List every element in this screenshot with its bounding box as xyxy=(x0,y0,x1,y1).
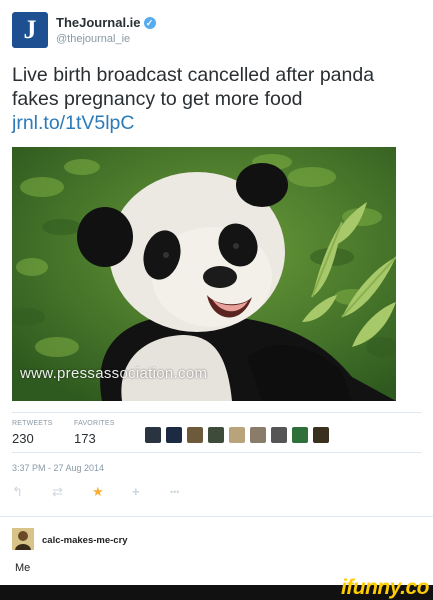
tweet-photo[interactable]: www.pressassociation.com xyxy=(12,147,396,401)
retweets-count: 230 xyxy=(12,431,34,446)
divider xyxy=(0,516,433,517)
account-avatar[interactable]: J xyxy=(12,12,48,48)
favoriter-avatar[interactable] xyxy=(313,427,329,443)
tweet-stats: RETWEETS 230 FAVORITES 173 xyxy=(12,420,422,454)
commenter-avatar[interactable] xyxy=(12,528,34,550)
favoriter-avatar[interactable] xyxy=(229,427,245,443)
more-options-icon[interactable]: ••• xyxy=(170,487,179,497)
favoriter-avatar[interactable] xyxy=(292,427,308,443)
tweet-body: Live birth broadcast cancelled after pan… xyxy=(12,64,375,110)
tweet-timestamp[interactable]: 3:37 PM - 27 Aug 2014 xyxy=(12,463,104,473)
photo-watermark: www.pressassociation.com xyxy=(20,365,208,382)
comment-text: Me xyxy=(15,562,31,574)
commenter-avatar-image xyxy=(12,528,34,550)
tweet-actions: ↰ ⇄ ★ + ••• xyxy=(12,484,212,502)
panda-photo-image xyxy=(12,147,396,401)
divider xyxy=(12,412,422,413)
retweets-stat[interactable]: RETWEETS 230 xyxy=(12,420,53,446)
favoriter-avatar[interactable] xyxy=(250,427,266,443)
favoriter-avatar[interactable] xyxy=(166,427,182,443)
divider xyxy=(12,452,422,453)
tweet-link[interactable]: jrnl.to/1tV5lpC xyxy=(12,111,422,135)
favoriter-avatar[interactable] xyxy=(208,427,224,443)
follow-icon[interactable]: + xyxy=(132,484,140,499)
ifunny-watermark: ifunny.co xyxy=(340,576,430,599)
favorites-count: 173 xyxy=(74,431,96,446)
retweets-label: RETWEETS xyxy=(12,420,53,427)
tweet-header: J TheJournal.ie ✓ @thejournal_ie xyxy=(12,12,312,52)
account-name-text[interactable]: TheJournal.ie xyxy=(56,15,141,30)
favorites-label: FAVORITES xyxy=(74,420,115,427)
commenter-username[interactable]: calc-makes-me-cry xyxy=(42,535,128,546)
retweet-icon[interactable]: ⇄ xyxy=(52,484,63,500)
favoriter-avatar[interactable] xyxy=(187,427,203,443)
tweet-text: Live birth broadcast cancelled after pan… xyxy=(12,63,422,135)
reply-icon[interactable]: ↰ xyxy=(12,484,23,500)
account-name[interactable]: TheJournal.ie ✓ xyxy=(56,15,156,30)
favoriter-avatar[interactable] xyxy=(271,427,287,443)
comment-header: calc-makes-me-cry xyxy=(12,528,312,552)
favorite-star-icon[interactable]: ★ xyxy=(92,484,104,500)
favoriter-avatar[interactable] xyxy=(145,427,161,443)
verified-badge-icon: ✓ xyxy=(143,17,156,29)
favorites-stat[interactable]: FAVORITES 173 xyxy=(74,420,115,446)
account-handle[interactable]: @thejournal_ie xyxy=(56,33,130,45)
